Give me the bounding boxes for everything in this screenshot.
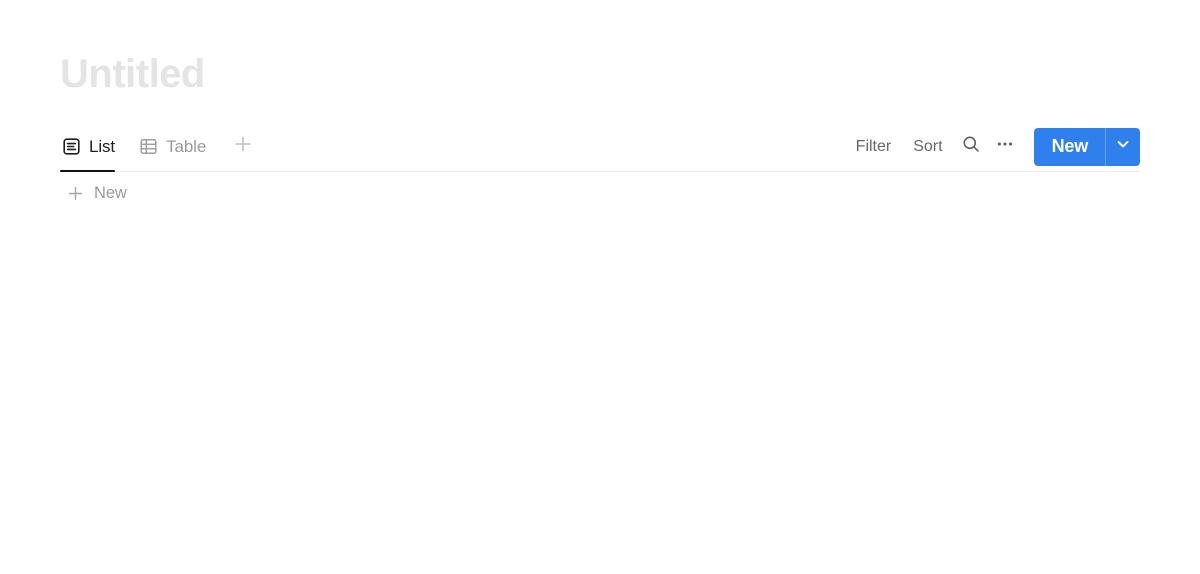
new-item-row[interactable]: New [60,172,1140,214]
sort-button[interactable]: Sort [902,131,953,162]
page-title[interactable]: Untitled [60,50,205,98]
more-options-button[interactable] [988,132,1022,162]
tab-table-label: Table [166,136,207,156]
list-view-icon [62,137,81,156]
search-icon [961,134,981,159]
page-title-container[interactable]: Untitled [60,46,1140,102]
view-tabs: List Table [60,122,256,172]
view-toolbar: List Table Filter Sort New [60,122,1140,172]
chevron-down-icon [1115,136,1131,157]
plus-icon [232,133,254,160]
list-view-body: New [60,172,1140,214]
plus-icon [67,185,84,202]
tab-list[interactable]: List [60,122,125,172]
ellipsis-icon [995,134,1015,159]
tab-table[interactable]: Table [137,122,216,171]
new-button[interactable]: New [1034,128,1105,166]
table-view-icon [139,137,158,156]
new-button-dropdown[interactable] [1106,128,1140,166]
new-button-group[interactable]: New [1033,127,1140,166]
search-button[interactable] [954,132,988,162]
filter-button[interactable]: Filter [845,131,903,162]
new-item-label: New [94,184,127,202]
add-view-button[interactable] [230,134,256,160]
tab-list-label: List [89,136,116,156]
database-page: Untitled List Table Filter Sort New New [0,0,1200,574]
toolbar-actions: Filter Sort New [845,122,1140,171]
